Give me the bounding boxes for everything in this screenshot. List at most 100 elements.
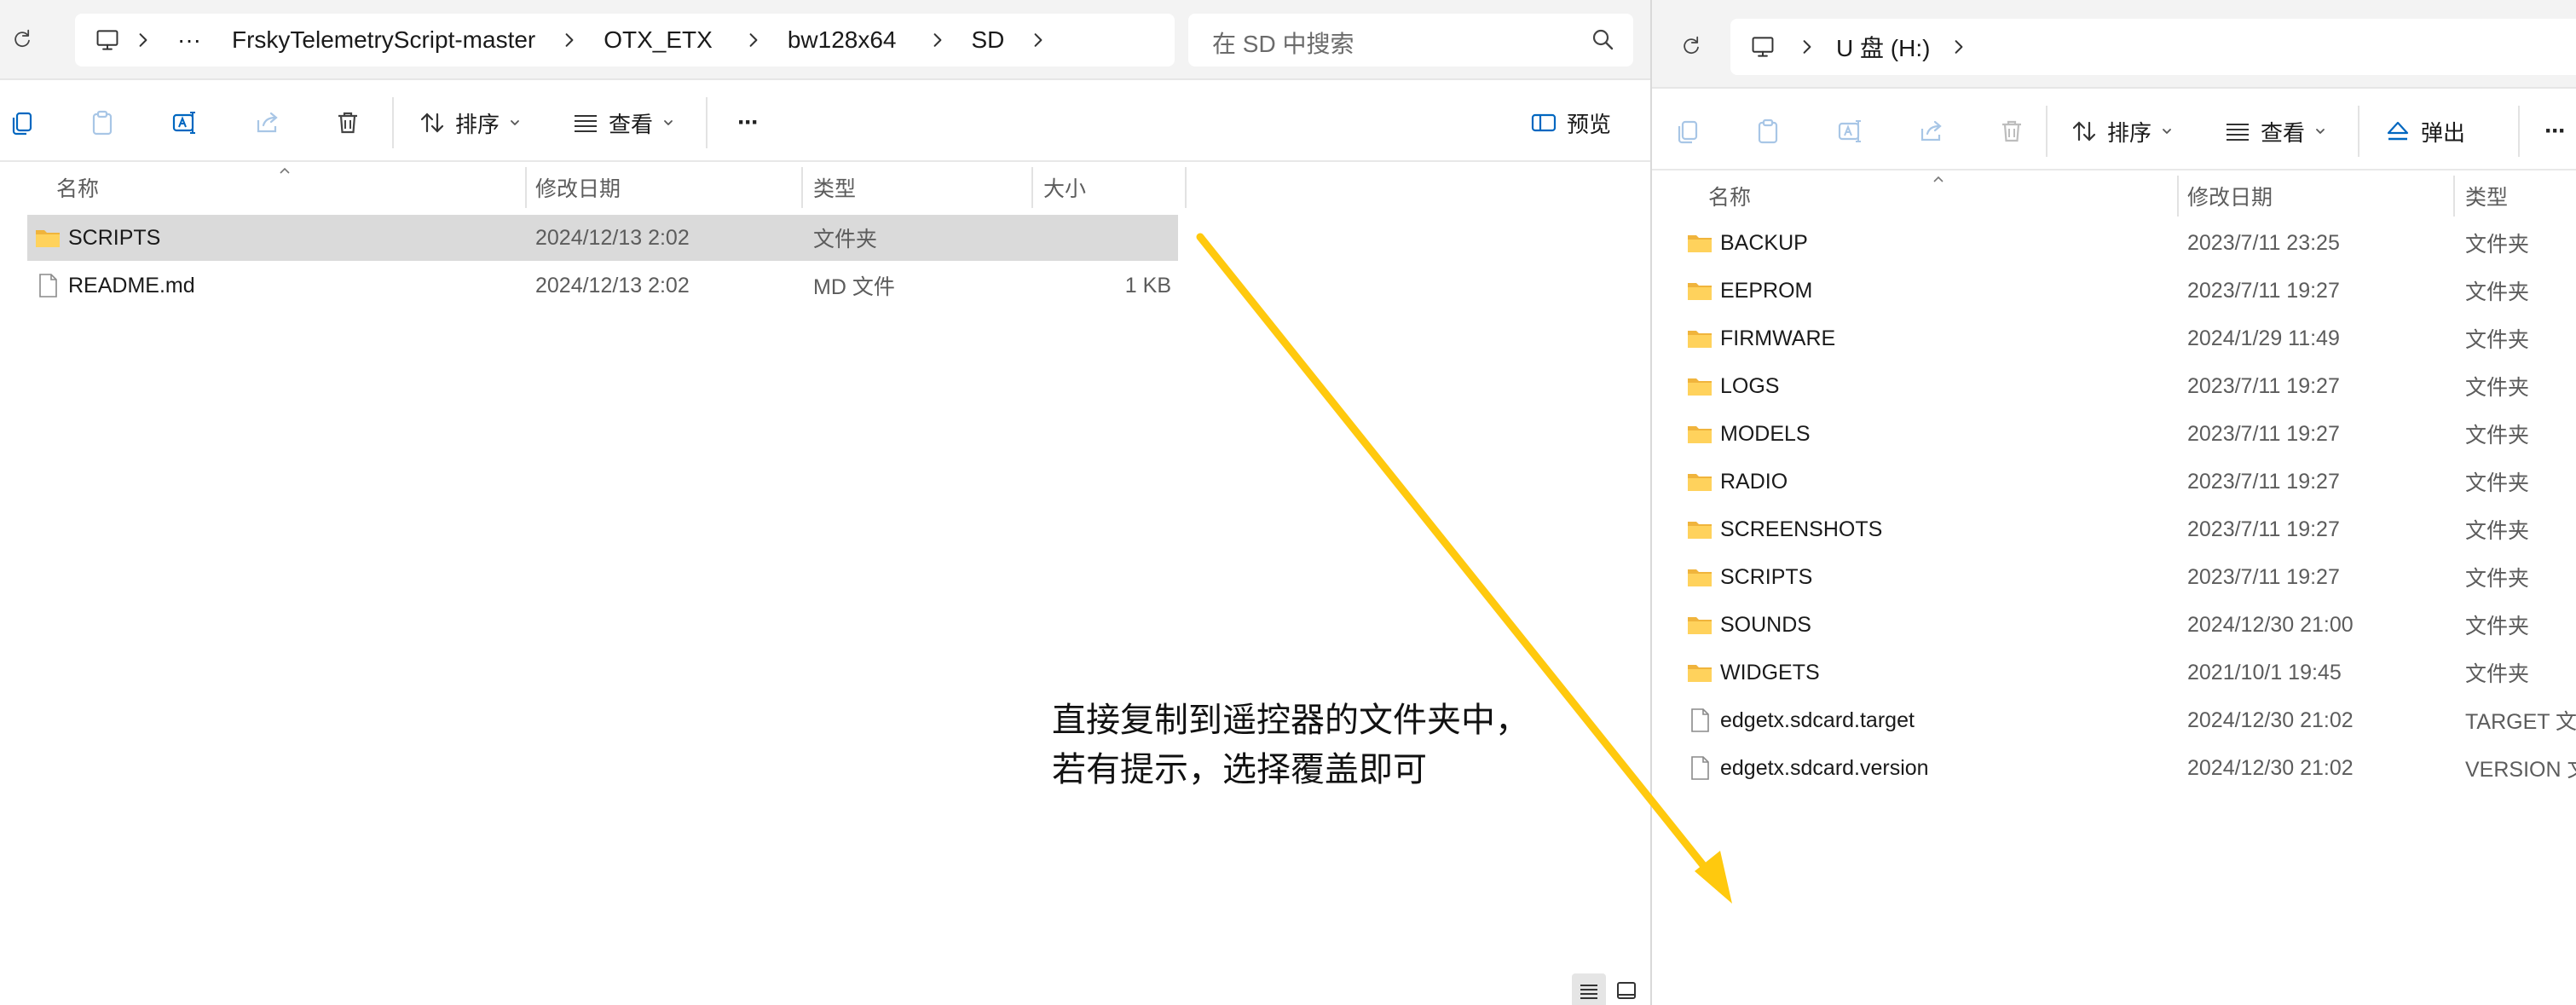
folder-icon: [1686, 468, 1713, 495]
annotation-line: 若有提示，选择覆盖即可: [1052, 750, 1427, 789]
column-divider[interactable]: [801, 167, 803, 208]
more-options-button[interactable]: ···: [728, 99, 767, 147]
delete-button[interactable]: [1993, 107, 2030, 155]
file-modified: 2023/7/11 19:27: [2187, 278, 2340, 303]
breadcrumb-item[interactable]: SD: [955, 26, 1014, 54]
file-type: 文件夹: [2465, 233, 2530, 257]
paste-button[interactable]: [84, 99, 121, 147]
file-type: 文件夹: [2465, 662, 2530, 686]
file-row[interactable]: SCREENSHOTS 2023/7/11 19:27 文件夹: [1686, 506, 2576, 552]
file-row[interactable]: LOGS 2023/7/11 19:27 文件夹: [1686, 363, 2576, 409]
file-type: 文件夹: [2465, 328, 2530, 352]
file-name: README.md: [68, 273, 195, 297]
breadcrumb-overflow[interactable]: ···: [160, 26, 218, 54]
eject-label: 弹出: [2421, 119, 2466, 146]
breadcrumb-item[interactable]: bw128x64: [771, 26, 905, 54]
column-header-modified[interactable]: 修改日期: [2187, 172, 2273, 220]
file-modified: 2024/12/13 2:02: [535, 273, 690, 297]
column-header-type[interactable]: 类型: [813, 164, 856, 211]
column-header-name[interactable]: 名称: [56, 164, 99, 211]
breadcrumb-item[interactable]: U 盘 (H:): [1824, 30, 1938, 64]
toolbar-separator: [2358, 106, 2359, 157]
sort-button[interactable]: 排序: [418, 99, 523, 147]
more-options-button[interactable]: ···: [2535, 107, 2574, 155]
copy-icon: [1678, 120, 1698, 144]
paste-icon: [1758, 118, 1778, 144]
sort-button[interactable]: 排序: [2070, 107, 2175, 155]
large-icons-view-button[interactable]: [1609, 973, 1643, 1005]
delete-button[interactable]: [329, 99, 367, 147]
file-name: RADIO: [1720, 469, 1788, 494]
breadcrumb[interactable]: ··· FrskyTelemetryScript-master OTX_ETX …: [75, 14, 1175, 66]
file-modified: 2021/10/1 19:45: [2187, 660, 2342, 684]
file-modified: 2024/12/30 21:02: [2187, 708, 2354, 732]
chevron-right-icon[interactable]: [1790, 30, 1824, 64]
breadcrumb-item[interactable]: FrskyTelemetryScript-master: [218, 26, 544, 54]
search-icon[interactable]: [1589, 26, 1618, 55]
file-row[interactable]: RADIO 2023/7/11 19:27 文件夹: [1686, 459, 2576, 505]
chevron-right-icon[interactable]: [921, 23, 955, 57]
column-header-name[interactable]: 名称: [1708, 172, 1751, 220]
file-row[interactable]: EEPROM 2023/7/11 19:27 文件夹: [1686, 268, 2576, 314]
eject-button[interactable]: 弹出: [2383, 107, 2465, 155]
chevron-right-icon[interactable]: [736, 23, 771, 57]
details-view-button[interactable]: [1572, 973, 1606, 1005]
paste-button[interactable]: [1749, 107, 1787, 155]
column-divider[interactable]: [1185, 167, 1187, 208]
chevron-right-icon[interactable]: [552, 23, 586, 57]
file-row[interactable]: SCRIPTS 2024/12/13 2:02 文件夹: [27, 215, 1178, 261]
column-divider[interactable]: [525, 167, 527, 208]
file-name: LOGS: [1720, 373, 1780, 398]
file-name: SOUNDS: [1720, 612, 1811, 637]
details-view-icon: [1580, 985, 1597, 999]
rename-button[interactable]: [165, 99, 203, 147]
column-header-size[interactable]: 大小: [1043, 164, 1086, 211]
chevron-right-icon[interactable]: [1021, 23, 1055, 57]
file-row[interactable]: WIDGETS 2021/10/1 19:45 文件夹: [1686, 650, 2576, 696]
breadcrumb[interactable]: U 盘 (H:): [1730, 19, 2576, 75]
refresh-icon[interactable]: [5, 22, 39, 56]
file-name: SCRIPTS: [1720, 564, 1813, 589]
column-header-type[interactable]: 类型: [2465, 172, 2508, 220]
file-type: TARGET 文件: [2465, 710, 2576, 734]
preview-button[interactable]: 预览: [1529, 99, 1611, 147]
refresh-icon[interactable]: [1674, 29, 1708, 63]
this-pc-icon[interactable]: [89, 21, 126, 59]
file-icon: [1686, 754, 1713, 782]
chevron-down-icon: [2158, 123, 2175, 140]
folder-icon: [1686, 229, 1713, 257]
chevron-right-icon[interactable]: [1942, 30, 1976, 64]
column-divider[interactable]: [2453, 176, 2455, 217]
file-icon: [34, 272, 61, 299]
file-row[interactable]: SCRIPTS 2023/7/11 19:27 文件夹: [1686, 554, 2576, 600]
share-button[interactable]: [249, 99, 286, 147]
breadcrumb-item[interactable]: OTX_ETX: [586, 26, 721, 54]
file-row[interactable]: edgetx.sdcard.target 2024/12/30 21:02 TARG…: [1686, 697, 2576, 743]
column-divider[interactable]: [1031, 167, 1033, 208]
file-row[interactable]: FIRMWARE 2024/1/29 11:49 文件夹: [1686, 315, 2576, 361]
this-pc-icon[interactable]: [1744, 28, 1782, 66]
file-row[interactable]: MODELS 2023/7/11 19:27 文件夹: [1686, 411, 2576, 457]
share-button[interactable]: [1913, 107, 1950, 155]
search-input[interactable]: 在 SD 中搜索: [1188, 14, 1633, 66]
chevron-right-icon[interactable]: [126, 23, 160, 57]
file-row[interactable]: edgetx.sdcard.version 2024/12/30 21:02 VER…: [1686, 745, 2576, 791]
rename-button[interactable]: [1831, 107, 1868, 155]
file-modified: 2023/7/11 19:27: [2187, 564, 2340, 589]
file-type: 文件夹: [2465, 376, 2530, 400]
column-divider[interactable]: [2177, 176, 2179, 217]
column-header-modified[interactable]: 修改日期: [535, 164, 621, 211]
file-type: 文件夹: [2465, 519, 2530, 543]
file-row[interactable]: SOUNDS 2024/12/30 21:00 文件夹: [1686, 602, 2576, 648]
file-row[interactable]: BACKUP 2023/7/11 23:25 文件夹: [1686, 220, 2576, 266]
sort-label: 排序: [455, 111, 500, 137]
view-button[interactable]: 查看: [571, 99, 677, 147]
file-modified: 2023/7/11 19:27: [2187, 373, 2340, 398]
folder-icon: [1686, 325, 1713, 352]
view-label: 查看: [609, 111, 654, 137]
file-row[interactable]: README.md 2024/12/13 2:02 MD 文件 1 KB: [27, 263, 1178, 309]
left-explorer-window: ··· FrskyTelemetryScript-master OTX_ETX …: [0, 0, 1650, 1005]
view-button[interactable]: 查看: [2223, 107, 2329, 155]
copy-button[interactable]: [1669, 107, 1707, 155]
copy-button[interactable]: [3, 99, 41, 147]
